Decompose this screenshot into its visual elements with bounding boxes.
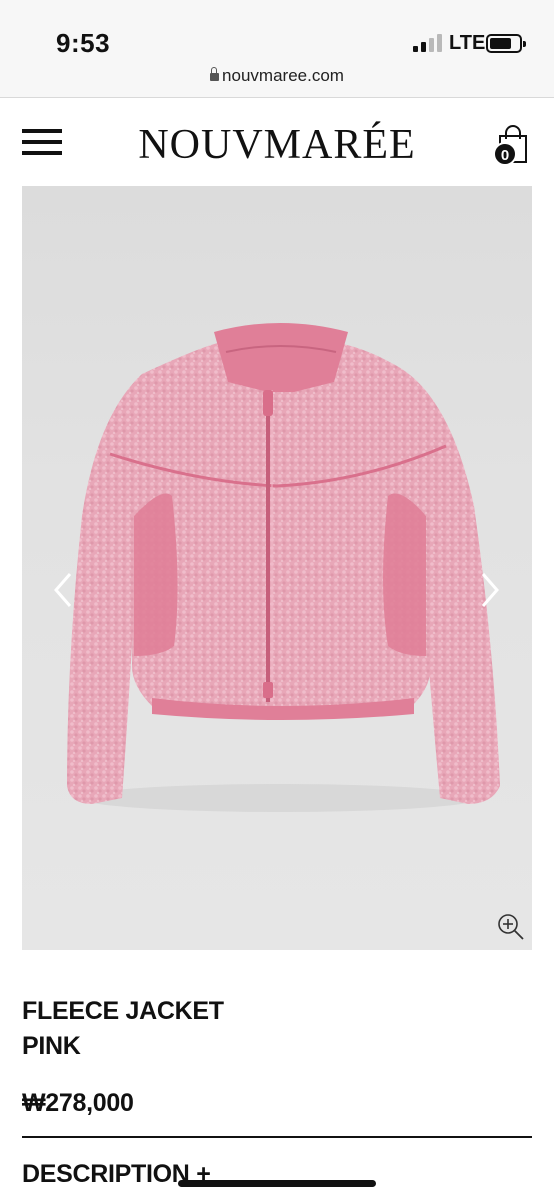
chevron-right-icon[interactable] <box>475 570 505 610</box>
product-name-line1: FLEECE JACKET <box>22 997 224 1025</box>
address-bar[interactable]: nouvmaree.com <box>0 66 554 86</box>
cart-count-badge: 0 <box>493 142 517 166</box>
zoom-in-icon[interactable] <box>496 912 526 942</box>
fleece-jacket-image <box>67 323 500 812</box>
product-image-gallery[interactable] <box>22 186 532 950</box>
url-text: nouvmaree.com <box>222 66 344 85</box>
brand-logo[interactable]: NOUVMARÉE <box>0 121 554 169</box>
product-price: ₩278,000 <box>22 1089 134 1117</box>
battery-icon <box>486 34 526 53</box>
browser-status-bar: 9:53 LTE nouvmaree.com <box>0 0 554 98</box>
product-title: FLEECE JACKET PINK <box>22 994 422 1064</box>
status-time: 9:53 <box>56 28 111 58</box>
home-indicator[interactable] <box>178 1180 376 1187</box>
product-name-line2: PINK <box>22 1032 81 1060</box>
signal-strength-icon <box>413 34 443 52</box>
shopping-bag-icon[interactable]: 0 <box>493 125 534 167</box>
battery-level <box>490 38 511 49</box>
section-divider <box>22 1136 532 1138</box>
chevron-left-icon[interactable] <box>48 570 78 610</box>
network-type-label: LTE <box>449 32 486 54</box>
site-header: NOUVMARÉE 0 <box>0 99 554 187</box>
lock-icon <box>210 67 220 81</box>
